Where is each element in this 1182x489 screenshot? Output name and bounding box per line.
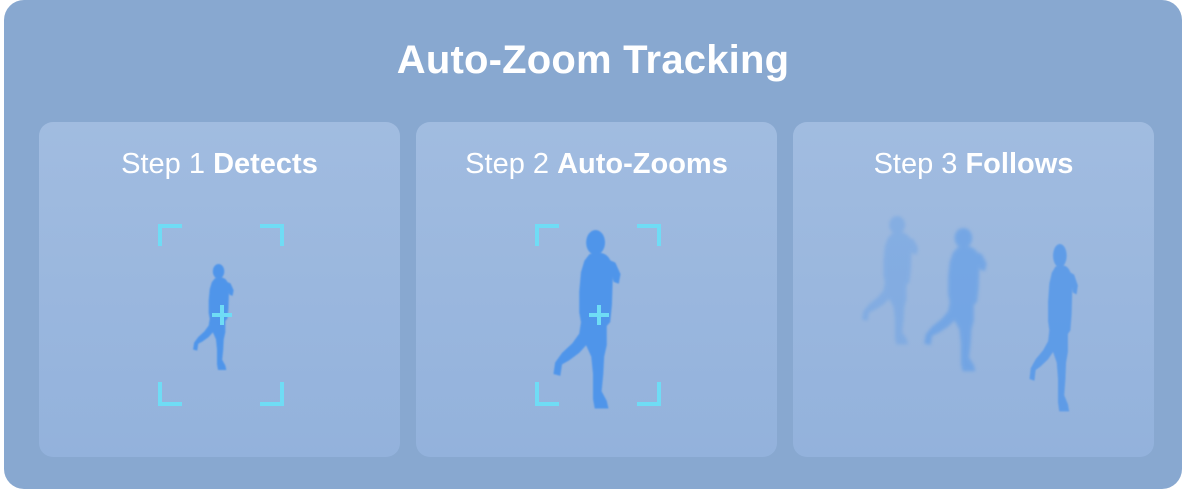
walking-person-icon xyxy=(1029,244,1078,412)
step-illustration xyxy=(861,216,1078,412)
walking-person-icon xyxy=(553,230,621,409)
walking-person-icon xyxy=(193,264,234,371)
page-title: Auto-Zoom Tracking xyxy=(396,38,790,82)
step-illustration xyxy=(535,224,661,409)
step-card-auto-zooms: Step 2 Auto-Zooms xyxy=(416,122,777,457)
walking-person-icon xyxy=(861,216,919,345)
step-card-follows: Step 3 Follows xyxy=(793,122,1154,457)
feature-panel: Auto-Zoom Tracking Step 1 Detects Step 2… xyxy=(4,0,1182,489)
walking-person-icon xyxy=(924,228,987,372)
step-card-detects: Step 1 Detects xyxy=(39,122,400,457)
step-illustration xyxy=(158,224,284,406)
